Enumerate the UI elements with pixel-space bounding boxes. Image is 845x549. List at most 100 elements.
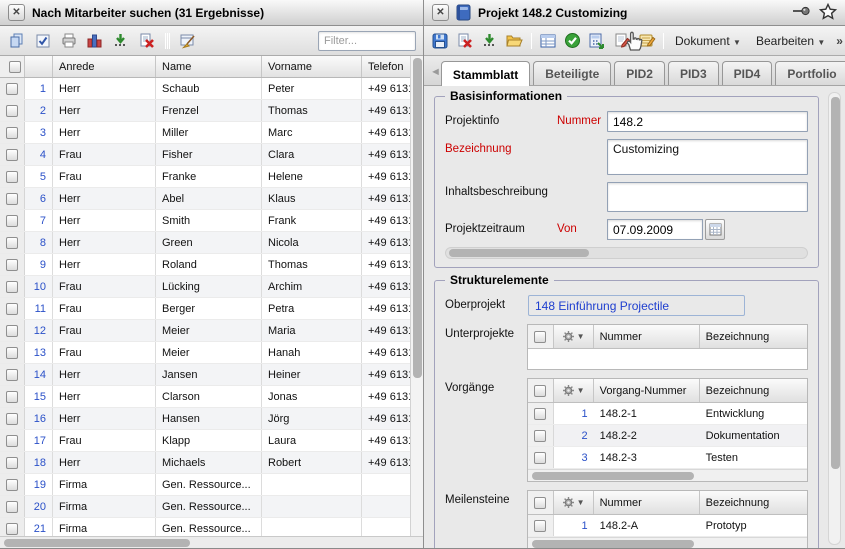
cell-name[interactable]: Meier bbox=[156, 342, 262, 363]
column-header-nummer[interactable]: Nummer bbox=[594, 491, 700, 514]
row-number[interactable]: 2 bbox=[554, 425, 594, 446]
tab-scroll-left-icon[interactable]: ◄ bbox=[430, 61, 441, 83]
row-checkbox[interactable] bbox=[528, 403, 554, 424]
clean-icon[interactable] bbox=[178, 31, 197, 50]
cell-bezeichnung[interactable]: Testen bbox=[700, 447, 808, 468]
cell-vorname[interactable]: Hanah bbox=[262, 342, 362, 363]
table-row[interactable]: 2 148.2-2 Dokumentation bbox=[528, 425, 807, 447]
cell-anrede[interactable]: Herr bbox=[53, 452, 156, 473]
cell-anrede[interactable]: Frau bbox=[53, 166, 156, 187]
row-number[interactable]: 15 bbox=[25, 386, 53, 407]
left-horizontal-scrollbar[interactable] bbox=[0, 536, 423, 548]
cell-vorname[interactable]: Nicola bbox=[262, 232, 362, 253]
row-number[interactable]: 11 bbox=[25, 298, 53, 319]
cell-anrede[interactable]: Firma bbox=[53, 474, 156, 495]
select-all-checkbox[interactable] bbox=[528, 325, 554, 348]
cell-name[interactable]: Michaels bbox=[156, 452, 262, 473]
cell-vorname[interactable]: Clara bbox=[262, 144, 362, 165]
calendar-icon[interactable] bbox=[705, 219, 725, 240]
cell-anrede[interactable]: Herr bbox=[53, 78, 156, 99]
gear-menu-icon[interactable]: ▼ bbox=[554, 325, 594, 348]
row-number[interactable]: 9 bbox=[25, 254, 53, 275]
gear-menu-icon[interactable]: ▼ bbox=[554, 491, 594, 514]
cell-name[interactable]: Klapp bbox=[156, 430, 262, 451]
row-number[interactable]: 19 bbox=[25, 474, 53, 495]
cell-anrede[interactable]: Herr bbox=[53, 188, 156, 209]
cell-anrede[interactable]: Frau bbox=[53, 430, 156, 451]
table-row[interactable]: 4 Frau Fisher Clara +49 6131 6 bbox=[0, 144, 423, 166]
row-number[interactable]: 8 bbox=[25, 232, 53, 253]
table-row[interactable]: 6 Herr Abel Klaus +49 6131 6 bbox=[0, 188, 423, 210]
select-all-checkbox[interactable] bbox=[0, 56, 25, 77]
inhaltsbeschreibung-textarea[interactable] bbox=[607, 182, 808, 212]
cell-vorname[interactable] bbox=[262, 496, 362, 517]
cell-vorname[interactable]: Klaus bbox=[262, 188, 362, 209]
cell-bezeichnung[interactable]: Entwicklung bbox=[700, 403, 808, 424]
close-icon[interactable]: ✕ bbox=[8, 4, 25, 21]
filter-input[interactable] bbox=[318, 31, 416, 51]
column-header-bezeichnung[interactable]: Bezeichnung bbox=[700, 325, 808, 348]
row-number[interactable]: 12 bbox=[25, 320, 53, 341]
row-checkbox[interactable] bbox=[528, 425, 554, 446]
cell-name[interactable]: Jansen bbox=[156, 364, 262, 385]
von-date-input[interactable] bbox=[607, 219, 703, 240]
column-header-name[interactable]: Name bbox=[156, 56, 262, 77]
table-row[interactable]: 17 Frau Klapp Laura +49 6131 6 bbox=[0, 430, 423, 452]
row-checkbox[interactable] bbox=[0, 122, 25, 143]
table-row[interactable]: 8 Herr Green Nicola +49 6131 6 bbox=[0, 232, 423, 254]
row-checkbox[interactable] bbox=[0, 342, 25, 363]
cell-vorname[interactable]: Jörg bbox=[262, 408, 362, 429]
row-number[interactable]: 14 bbox=[25, 364, 53, 385]
row-number[interactable]: 7 bbox=[25, 210, 53, 231]
row-number[interactable]: 2 bbox=[25, 100, 53, 121]
table-row[interactable]: 20 Firma Gen. Ressource... bbox=[0, 496, 423, 518]
delete-document-icon[interactable] bbox=[137, 31, 156, 50]
table-row[interactable]: 21 Firma Gen. Ressource... bbox=[0, 518, 423, 536]
table-row[interactable]: 16 Herr Hansen Jörg +49 6131 6 bbox=[0, 408, 423, 430]
close-icon[interactable]: ✕ bbox=[432, 4, 449, 21]
notes-icon[interactable] bbox=[638, 31, 656, 50]
row-checkbox[interactable] bbox=[0, 452, 25, 473]
meilensteine-horizontal-scrollbar[interactable] bbox=[528, 537, 807, 548]
cell-anrede[interactable]: Herr bbox=[53, 386, 156, 407]
table-row[interactable]: 1 148.2-A Prototyp bbox=[528, 515, 807, 537]
row-checkbox[interactable] bbox=[0, 254, 25, 275]
cell-name[interactable]: Green bbox=[156, 232, 262, 253]
delete-document-icon[interactable] bbox=[456, 31, 474, 50]
cell-anrede[interactable]: Herr bbox=[53, 232, 156, 253]
row-checkbox[interactable] bbox=[0, 386, 25, 407]
cell-name[interactable]: Gen. Ressource... bbox=[156, 474, 262, 495]
cell-anrede[interactable]: Herr bbox=[53, 210, 156, 231]
table-row[interactable]: 10 Frau Lücking Archim +49 6131 6 bbox=[0, 276, 423, 298]
cell-vorname[interactable]: Robert bbox=[262, 452, 362, 473]
row-number[interactable]: 6 bbox=[25, 188, 53, 209]
row-number[interactable]: 10 bbox=[25, 276, 53, 297]
cell-anrede[interactable]: Frau bbox=[53, 276, 156, 297]
cell-vorname[interactable]: Marc bbox=[262, 122, 362, 143]
table-row[interactable]: 11 Frau Berger Petra +49 6131 6 bbox=[0, 298, 423, 320]
vorgaenge-horizontal-scrollbar[interactable] bbox=[528, 469, 807, 481]
cell-name[interactable]: Berger bbox=[156, 298, 262, 319]
row-number[interactable]: 1 bbox=[25, 78, 53, 99]
row-checkbox[interactable] bbox=[0, 474, 25, 495]
column-header-vorgang-nummer[interactable]: Vorgang-Nummer bbox=[594, 379, 700, 402]
copy-icon[interactable] bbox=[7, 31, 26, 50]
row-number[interactable]: 5 bbox=[25, 166, 53, 187]
cell-vorgang-nummer[interactable]: 148.2-1 bbox=[594, 403, 700, 424]
calculator-icon[interactable] bbox=[588, 31, 606, 50]
cell-vorgang-nummer[interactable]: 148.2-3 bbox=[594, 447, 700, 468]
cell-name[interactable]: Franke bbox=[156, 166, 262, 187]
row-checkbox[interactable] bbox=[0, 144, 25, 165]
cell-vorname[interactable] bbox=[262, 518, 362, 536]
cell-anrede[interactable]: Herr bbox=[53, 254, 156, 275]
save-icon[interactable] bbox=[431, 31, 449, 50]
cell-anrede[interactable]: Herr bbox=[53, 408, 156, 429]
form-icon[interactable] bbox=[539, 31, 557, 50]
select-all-icon[interactable] bbox=[33, 31, 52, 50]
cell-vorname[interactable] bbox=[262, 474, 362, 495]
table-row[interactable]: 3 148.2-3 Testen bbox=[528, 447, 807, 469]
table-row[interactable]: 15 Herr Clarson Jonas +49 6131 6 bbox=[0, 386, 423, 408]
table-row[interactable]: 13 Frau Meier Hanah +49 6131 6 bbox=[0, 342, 423, 364]
table-row[interactable]: 18 Herr Michaels Robert +49 6131 6 bbox=[0, 452, 423, 474]
cell-anrede[interactable]: Herr bbox=[53, 364, 156, 385]
